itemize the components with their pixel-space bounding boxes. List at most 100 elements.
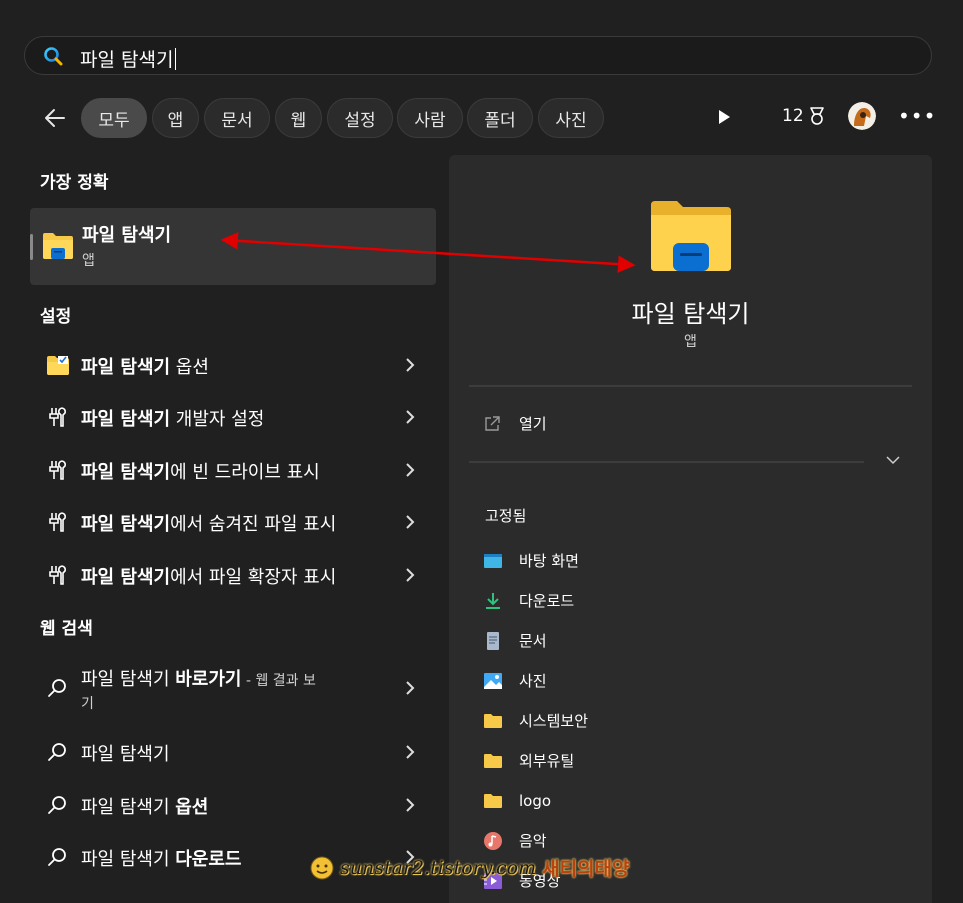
folder-icon: [484, 753, 502, 768]
chip-web[interactable]: 웹: [275, 98, 322, 138]
rewards-points[interactable]: 12: [782, 106, 826, 126]
web-item-file-explorer[interactable]: 파일 탐색기: [30, 728, 436, 776]
best-match-subtitle: 앱: [82, 253, 95, 269]
chevron-right-icon: [406, 463, 415, 477]
detail-title: 파일 탐색기: [631, 300, 750, 328]
best-match-item[interactable]: 파일 탐색기 앱: [30, 208, 436, 285]
file-explorer-icon: [43, 233, 73, 259]
tools-icon: [49, 460, 66, 480]
divider: [469, 461, 864, 463]
search-icon: [48, 848, 66, 866]
pinned-item-folder-logo[interactable]: logo: [483, 791, 551, 811]
search-window: 파일 탐색기 모두 앱 문서 웹 설정 사람 폴더 사진 12 ••• 가장 정…: [0, 0, 963, 903]
watermark: sunstar2.tistory.com 새티의태양: [310, 854, 630, 881]
document-icon: [487, 631, 499, 650]
text-caret: [175, 48, 177, 70]
web-item-label: 파일 탐색기 옵션: [81, 797, 209, 818]
folder-icon: [484, 713, 502, 728]
pinned-item-documents[interactable]: 문서: [483, 630, 547, 651]
search-box[interactable]: 파일 탐색기: [24, 36, 932, 75]
web-item-shortcut[interactable]: 파일 탐색기 바로가기 - 웹 결과 보 기: [30, 657, 436, 719]
divider: [469, 385, 912, 387]
settings-item-label: 파일 탐색기에서 파일 확장자 표시: [81, 567, 337, 588]
pinned-item-label: 음악: [519, 832, 547, 850]
avatar-image: [848, 102, 876, 130]
pinned-item-folder-security[interactable]: 시스템보안: [483, 710, 588, 731]
search-icon: [48, 679, 66, 697]
settings-item-hidden-files[interactable]: 파일 탐색기에서 숨겨진 파일 표시: [30, 498, 436, 546]
settings-item-empty-drives[interactable]: 파일 탐색기에 빈 드라이브 표시: [30, 446, 436, 494]
settings-item-file-extensions[interactable]: 파일 탐색기에서 파일 확장자 표시: [30, 551, 436, 599]
watermark-url: sunstar2.tistory.com: [340, 856, 537, 879]
pinned-item-downloads[interactable]: 다운로드: [483, 590, 574, 611]
download-icon: [486, 592, 500, 609]
music-icon: [484, 831, 502, 850]
settings-item-developer[interactable]: 파일 탐색기 개발자 설정: [30, 393, 436, 441]
web-item-options[interactable]: 파일 탐색기 옵션: [30, 781, 436, 829]
web-item-label: 파일 탐색기: [81, 744, 170, 765]
pinned-item-label: 사진: [519, 672, 547, 690]
chevron-right-icon: [406, 681, 415, 695]
chip-all[interactable]: 모두: [81, 98, 147, 138]
folder-options-icon: [47, 356, 69, 375]
best-match-title: 파일 탐색기: [82, 225, 172, 246]
pinned-item-label: 문서: [519, 632, 547, 650]
tools-icon: [49, 512, 66, 532]
detail-subtitle: 앱: [684, 334, 697, 350]
tools-icon: [49, 407, 66, 427]
search-icon: [48, 743, 66, 761]
watermark-name: 새티의태양: [542, 858, 630, 880]
pinned-item-music[interactable]: 음악: [483, 830, 547, 851]
settings-item-folder-options[interactable]: 파일 탐색기 옵션: [30, 341, 436, 389]
chip-people[interactable]: 사람: [397, 98, 463, 138]
chevron-right-icon: [406, 568, 415, 582]
settings-heading: 설정: [40, 307, 72, 327]
chip-photos[interactable]: 사진: [538, 98, 604, 138]
best-match-heading: 가장 정확: [40, 173, 109, 193]
selection-indicator: [30, 234, 33, 260]
chevron-right-icon: [406, 358, 415, 372]
settings-item-label: 파일 탐색기 옵션: [81, 357, 209, 378]
chip-documents[interactable]: 문서: [204, 98, 270, 138]
tools-icon: [49, 565, 66, 585]
pinned-item-desktop[interactable]: 바탕 화면: [483, 550, 579, 571]
open-external-icon: [485, 415, 500, 431]
settings-item-label: 파일 탐색기에 빈 드라이브 표시: [81, 462, 320, 483]
search-icon: [48, 796, 66, 814]
pinned-item-label: 다운로드: [519, 592, 575, 610]
search-icon: [44, 47, 63, 66]
folder-icon: [484, 794, 502, 808]
web-item-label: 파일 탐색기 바로가기 - 웹 결과 보: [81, 669, 316, 690]
rewards-medal-icon: [809, 107, 824, 125]
settings-item-label: 파일 탐색기 개발자 설정: [81, 409, 265, 430]
pictures-icon: [484, 672, 502, 689]
rewards-points-value: 12: [782, 106, 804, 126]
back-arrow-icon[interactable]: [40, 103, 70, 133]
file-explorer-large-icon: [651, 201, 731, 271]
settings-item-label: 파일 탐색기에서 숨겨진 파일 표시: [81, 514, 337, 535]
pinned-item-label: logo: [519, 792, 552, 810]
chip-folders[interactable]: 폴더: [467, 98, 533, 138]
search-input[interactable]: 파일 탐색기: [80, 45, 177, 72]
play-more-filters-icon[interactable]: [716, 108, 732, 126]
chevron-down-icon[interactable]: [885, 455, 901, 465]
chevron-right-icon: [406, 515, 415, 529]
chevron-right-icon: [406, 745, 415, 759]
open-label: 열기: [519, 415, 547, 433]
open-action[interactable]: 열기: [483, 413, 547, 434]
detail-panel: 파일 탐색기 앱 열기 고정됨 바탕 화면 다운로드 문서 사진 시스템보안 외…: [449, 155, 932, 903]
chip-settings[interactable]: 설정: [327, 98, 393, 138]
smiley-icon: [310, 856, 334, 879]
user-avatar[interactable]: [848, 102, 876, 130]
desktop-icon: [484, 553, 502, 568]
pinned-item-pictures[interactable]: 사진: [483, 670, 547, 691]
chevron-right-icon: [406, 410, 415, 424]
chip-apps[interactable]: 앱: [152, 98, 199, 138]
pinned-heading: 고정됨: [485, 507, 527, 525]
pinned-item-label: 바탕 화면: [519, 552, 579, 570]
web-search-heading: 웹 검색: [40, 619, 93, 639]
web-item-label-continued: 기: [81, 696, 94, 712]
more-options-icon[interactable]: •••: [898, 104, 936, 128]
pinned-item-folder-utilities[interactable]: 외부유틸: [483, 750, 574, 771]
pinned-item-label: 외부유틸: [519, 752, 575, 770]
